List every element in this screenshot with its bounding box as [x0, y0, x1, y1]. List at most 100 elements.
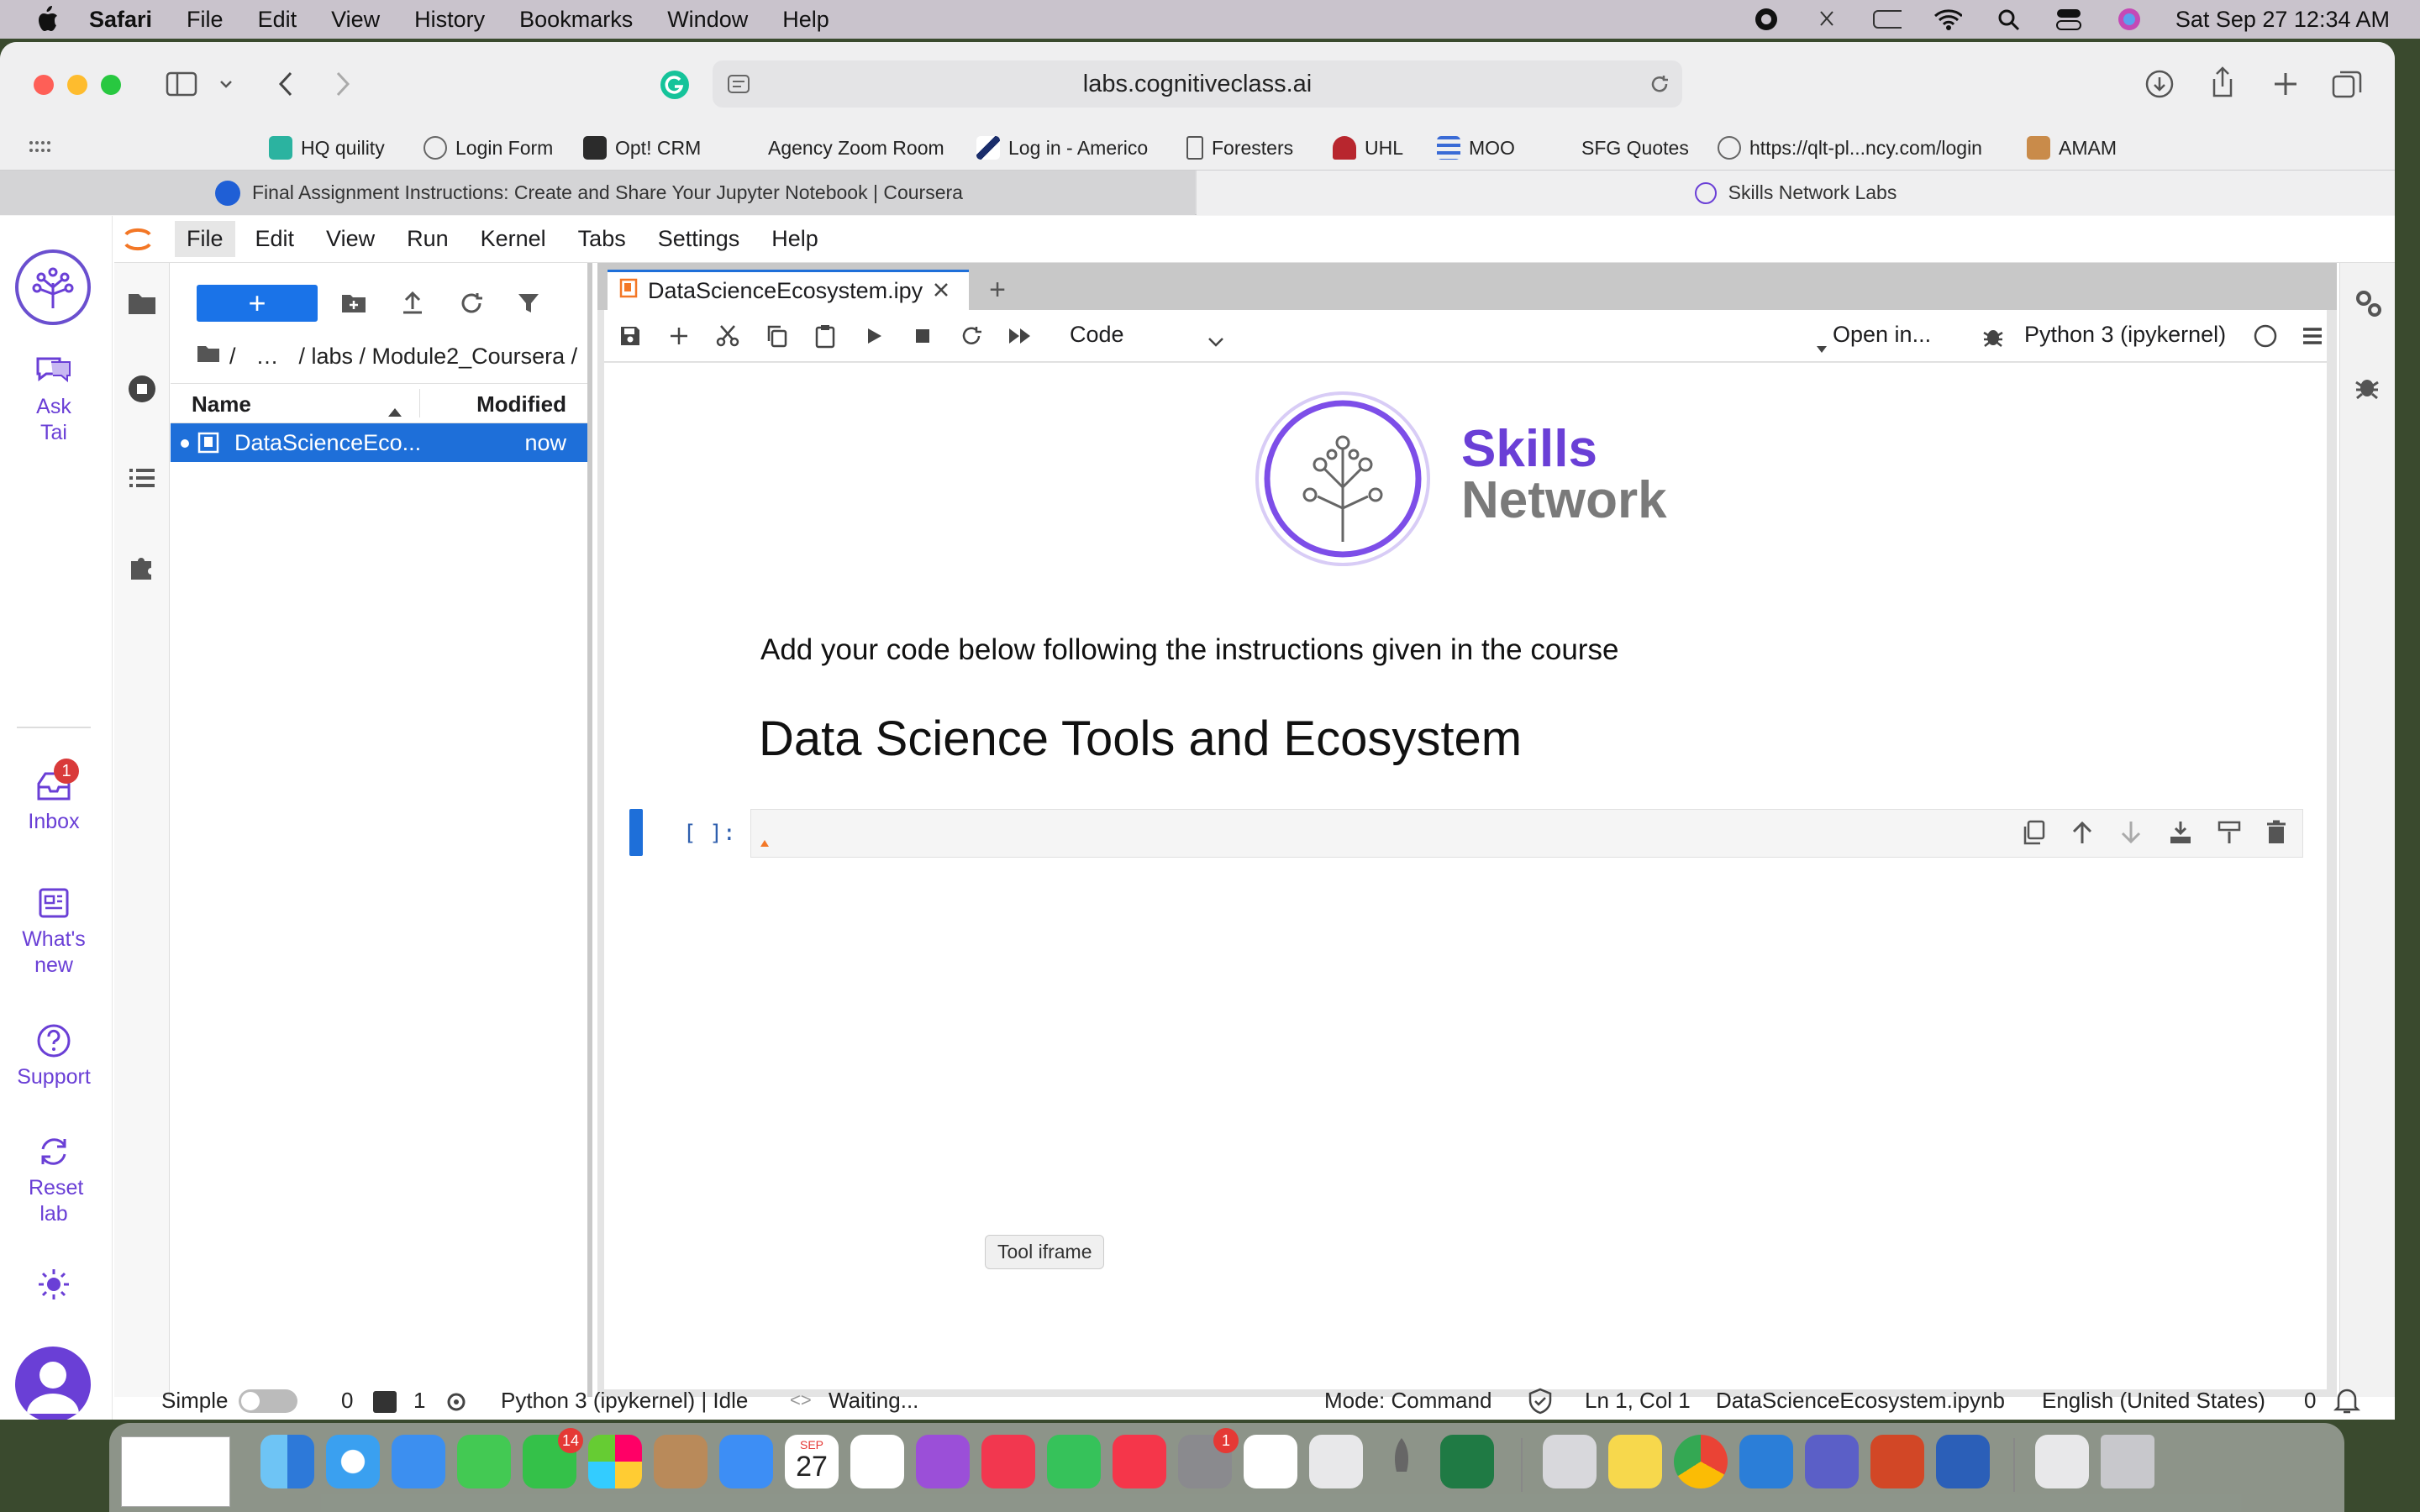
language-selector[interactable]: English (United States): [2042, 1388, 2265, 1414]
breadcrumb-ellipsis[interactable]: …: [256, 344, 279, 370]
bookmark-qlt-login[interactable]: https://qlt-pl...ncy.com/login: [1718, 126, 1982, 170]
sidebar-toggle-icon[interactable]: [165, 69, 198, 99]
address-bar[interactable]: labs.cognitiveclass.ai: [713, 60, 1682, 108]
vscode-icon[interactable]: [1739, 1435, 1793, 1488]
run-cell-icon[interactable]: [860, 322, 888, 350]
launchpad-icon[interactable]: [588, 1435, 642, 1488]
accessibility-icon[interactable]: [1752, 5, 1781, 34]
reset-lab-button[interactable]: Reset lab: [0, 1131, 108, 1227]
menu-bar-clock[interactable]: Sat Sep 27 12:34 AM: [2175, 7, 2390, 33]
notes-icon[interactable]: [1608, 1435, 1662, 1488]
news-icon[interactable]: [1113, 1435, 1166, 1488]
delete-cell-icon[interactable]: [2265, 820, 2287, 849]
file-row[interactable]: DataScienceEco... now: [171, 423, 587, 462]
filter-icon[interactable]: [513, 288, 544, 318]
chevron-down-icon[interactable]: [1207, 328, 1224, 354]
podcasts-icon[interactable]: [916, 1435, 970, 1488]
iphone-mirroring-icon[interactable]: [1309, 1435, 1363, 1488]
restart-kernel-icon[interactable]: [957, 322, 986, 350]
back-icon[interactable]: [271, 67, 301, 101]
tab-overview-icon[interactable]: [2329, 67, 2365, 101]
close-window-button[interactable]: [34, 75, 54, 95]
facetime-icon[interactable]: 14: [523, 1428, 583, 1488]
bookmark-hq-quility[interactable]: HQ quility: [269, 126, 385, 170]
calendar-icon[interactable]: SEP 27: [785, 1435, 839, 1488]
apps-grid-icon[interactable]: [27, 138, 52, 158]
cell-type-select[interactable]: Code: [1070, 322, 1124, 348]
share-icon[interactable]: [2206, 64, 2239, 101]
add-tab-button[interactable]: +: [979, 273, 1016, 307]
open-in-button[interactable]: Open in...: [1833, 322, 1931, 348]
menu-help[interactable]: Help: [782, 7, 829, 33]
bookmark-foresters[interactable]: Foresters: [1186, 126, 1293, 170]
menu-history[interactable]: History: [414, 7, 485, 33]
dock-thumbnail[interactable]: [121, 1436, 230, 1507]
rocket-app-icon[interactable]: [1375, 1435, 1428, 1488]
folder-icon[interactable]: [196, 344, 221, 370]
powerpoint-icon[interactable]: [1870, 1435, 1924, 1488]
save-icon[interactable]: [616, 322, 644, 350]
spotlight-search-icon[interactable]: [1994, 5, 2023, 34]
freeform-icon[interactable]: [1244, 1435, 1297, 1488]
code-editor-input[interactable]: [750, 809, 2303, 858]
notebook-menu-icon[interactable]: [2298, 322, 2327, 350]
upload-icon[interactable]: [397, 288, 428, 318]
kernel-state[interactable]: Python 3 (ipykernel) | Idle: [501, 1388, 748, 1414]
menu-view[interactable]: View: [331, 7, 380, 33]
sort-ascending-icon[interactable]: [387, 397, 402, 423]
finder-icon[interactable]: [260, 1435, 314, 1488]
whats-new-button[interactable]: What's new: [0, 883, 108, 979]
support-button[interactable]: Support: [0, 1021, 108, 1090]
theme-toggle-button[interactable]: [0, 1264, 108, 1308]
tab-skills-network-labs[interactable]: Skills Network Labs: [1197, 171, 2395, 215]
column-name[interactable]: Name: [192, 391, 251, 417]
column-modified[interactable]: Modified: [476, 391, 566, 417]
move-up-icon[interactable]: [2070, 820, 2094, 849]
grammarly-icon[interactable]: [659, 69, 691, 101]
cut-icon[interactable]: [713, 322, 742, 350]
jupyter-menu-tabs[interactable]: Tabs: [566, 221, 638, 257]
debugger-panel-bug-icon[interactable]: [2354, 372, 2381, 405]
control-center-icon[interactable]: [2054, 5, 2083, 34]
keynote-icon[interactable]: [719, 1435, 773, 1488]
music-icon[interactable]: [981, 1435, 1035, 1488]
forward-icon[interactable]: [328, 67, 358, 101]
mail-icon[interactable]: [392, 1435, 445, 1488]
preview-icon[interactable]: [1543, 1435, 1597, 1488]
running-sessions-icon[interactable]: [125, 372, 159, 406]
debugger-bug-icon[interactable]: [1979, 322, 2007, 350]
contacts-icon[interactable]: [654, 1435, 708, 1488]
wifi-icon[interactable]: [1933, 5, 1962, 34]
copy-icon[interactable]: [762, 322, 791, 350]
jupyter-menu-help[interactable]: Help: [760, 221, 830, 257]
excel-icon[interactable]: [1440, 1435, 1494, 1488]
kernels-count[interactable]: 1: [413, 1388, 425, 1414]
bluetooth-off-icon[interactable]: [1812, 5, 1841, 34]
ask-tai-button[interactable]: Ask Tai: [0, 350, 108, 446]
table-of-contents-icon[interactable]: [125, 461, 159, 495]
skills-network-logo-icon[interactable]: [15, 249, 91, 325]
kernel-name[interactable]: Python 3 (ipykernel): [2024, 322, 2226, 348]
bookmark-moo[interactable]: MOO: [1437, 126, 1515, 170]
new-folder-icon[interactable]: [339, 288, 369, 318]
user-avatar[interactable]: [15, 1347, 91, 1420]
paste-icon[interactable]: [811, 322, 839, 350]
simple-mode-toggle[interactable]: [239, 1389, 297, 1413]
bookmark-opt-crm[interactable]: Opt! CRM: [583, 126, 701, 170]
terminals-count[interactable]: 0: [341, 1388, 353, 1414]
numbers-icon[interactable]: [1047, 1435, 1101, 1488]
word-icon[interactable]: [1936, 1435, 1990, 1488]
bookmark-amam[interactable]: AMAM: [2027, 126, 2117, 170]
jupyter-menu-run[interactable]: Run: [395, 221, 460, 257]
extensions-puzzle-icon[interactable]: [125, 550, 159, 584]
reminders-icon[interactable]: [850, 1435, 904, 1488]
chrome-icon[interactable]: [1674, 1435, 1728, 1488]
cursor-position[interactable]: Ln 1, Col 1: [1585, 1388, 1691, 1414]
menu-edit[interactable]: Edit: [258, 7, 297, 33]
notebook-tab[interactable]: DataScienceEcosystem.ipy: [608, 270, 969, 310]
reload-icon[interactable]: [1647, 71, 1672, 97]
insert-below-icon[interactable]: [2168, 820, 2193, 849]
chevron-down-icon[interactable]: [217, 74, 235, 94]
bookmark-sfg-quotes[interactable]: SFG Quotes: [1581, 126, 1689, 170]
downloads-icon[interactable]: [2143, 67, 2176, 101]
